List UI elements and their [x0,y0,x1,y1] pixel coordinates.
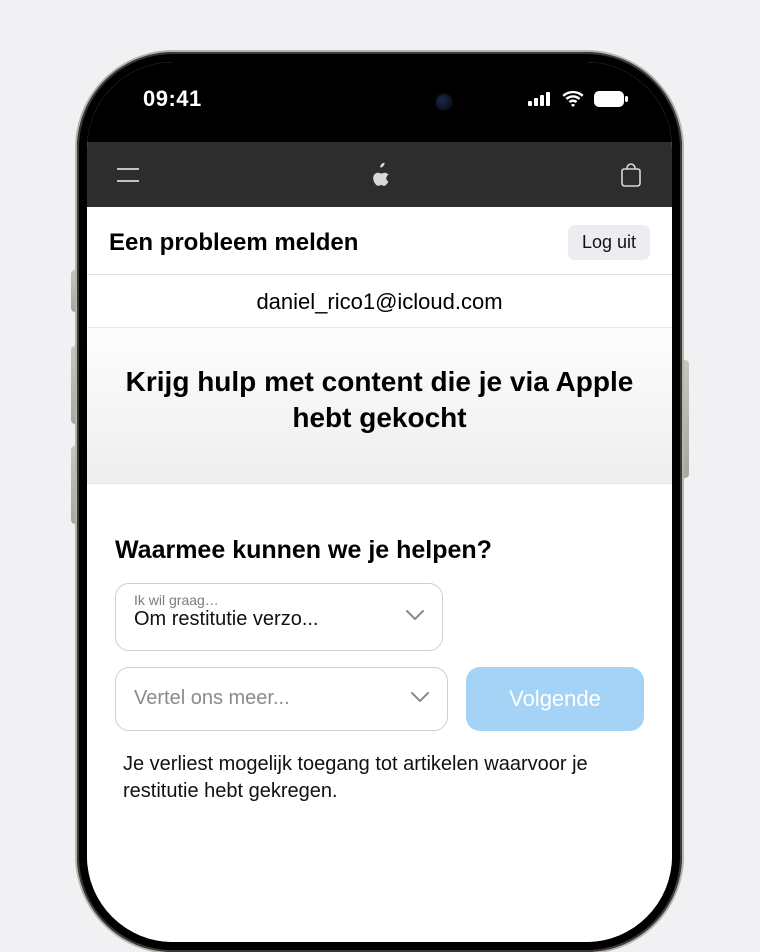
battery-icon [594,91,628,107]
hamburger-icon [117,168,139,182]
detail-select[interactable]: Vertel ons meer... [115,667,448,731]
logout-button[interactable]: Log uit [568,225,650,260]
page-title: Een probleem melden [109,229,358,257]
status-icons [528,91,628,107]
chevron-down-icon [406,608,424,626]
side-button-power [681,360,689,478]
cellular-icon [528,92,552,106]
request-type-select[interactable]: Ik wil graag… Om restitutie verzo... [115,583,443,651]
next-button[interactable]: Volgende [466,667,644,731]
apple-logo-icon [369,162,391,188]
top-nav [87,142,672,207]
phone-mock-stage: 09:41 Een pr [0,0,760,930]
refund-note: Je verliest mogelijk toegang tot artikel… [115,751,644,805]
chevron-down-icon [411,690,429,708]
request-type-label: Ik wil graag… [134,592,386,608]
page-content: Een probleem melden Log uit daniel_rico1… [87,207,672,942]
hero-banner: Krijg hulp met content die je via Apple … [87,327,672,484]
bag-button[interactable] [616,163,646,187]
dynamic-island [292,80,468,124]
apple-logo[interactable] [367,160,393,190]
hero-heading: Krijg hulp met content die je via Apple … [117,364,642,437]
help-form: Waarmee kunnen we je helpen? Ik wil graa… [87,484,672,825]
status-time: 09:41 [143,86,202,112]
menu-button[interactable] [113,168,143,182]
front-camera-icon [436,94,452,110]
page-header-row: Een probleem melden Log uit [87,207,672,274]
form-row-2: Vertel ons meer... Volgende [115,667,644,731]
bag-icon [621,163,641,187]
account-email: daniel_rico1@icloud.com [87,275,672,327]
phone-screen: 09:41 Een pr [87,62,672,942]
phone-frame: 09:41 Een pr [77,52,682,952]
wifi-icon [562,91,584,107]
form-prompt: Waarmee kunnen we je helpen? [115,536,644,565]
request-type-value: Om restitutie verzo... [134,608,386,631]
detail-placeholder: Vertel ons meer... [134,687,290,710]
